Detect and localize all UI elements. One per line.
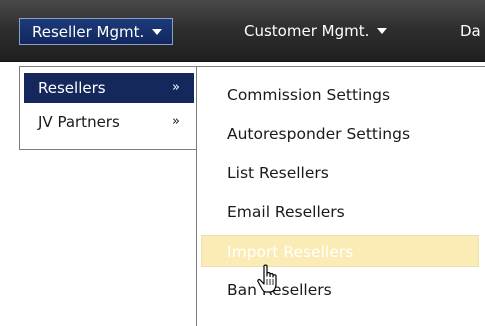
submenu-item-commission-settings[interactable]: Commission Settings xyxy=(201,79,479,111)
menu-reseller-mgmt[interactable]: Reseller Mgmt. xyxy=(19,18,174,45)
menu-data-label: Da xyxy=(460,22,481,40)
submenu-item-ban-resellers[interactable]: Ban Resellers xyxy=(201,274,479,306)
dropdown-item-label: Resellers xyxy=(38,79,106,97)
menu-data[interactable]: Da xyxy=(460,17,481,45)
top-menubar: Reseller Mgmt. Customer Mgmt. Da xyxy=(0,0,485,62)
submenu-arrow-icon: » xyxy=(172,114,180,129)
menu-customer-mgmt-label: Customer Mgmt. xyxy=(244,22,370,40)
resellers-submenu: Commission Settings Autoresponder Settin… xyxy=(196,66,485,326)
reseller-mgmt-dropdown: Resellers » JV Partners » xyxy=(19,66,197,150)
submenu-item-import-resellers[interactable]: Import Resellers xyxy=(201,235,479,267)
dropdown-item-jv-partners[interactable]: JV Partners » xyxy=(24,107,194,137)
caret-down-icon xyxy=(377,27,388,34)
menu-reseller-mgmt-label: Reseller Mgmt. xyxy=(32,23,145,41)
submenu-item-email-resellers[interactable]: Email Resellers xyxy=(201,196,479,228)
submenu-arrow-icon: » xyxy=(172,80,180,95)
menu-customer-mgmt[interactable]: Customer Mgmt. xyxy=(244,17,388,45)
dropdown-item-label: JV Partners xyxy=(38,113,120,131)
caret-down-icon xyxy=(152,28,163,35)
dropdown-item-resellers[interactable]: Resellers » xyxy=(24,73,194,103)
submenu-item-list-resellers[interactable]: List Resellers xyxy=(201,157,479,189)
submenu-item-autoresponder-settings[interactable]: Autoresponder Settings xyxy=(201,118,479,150)
